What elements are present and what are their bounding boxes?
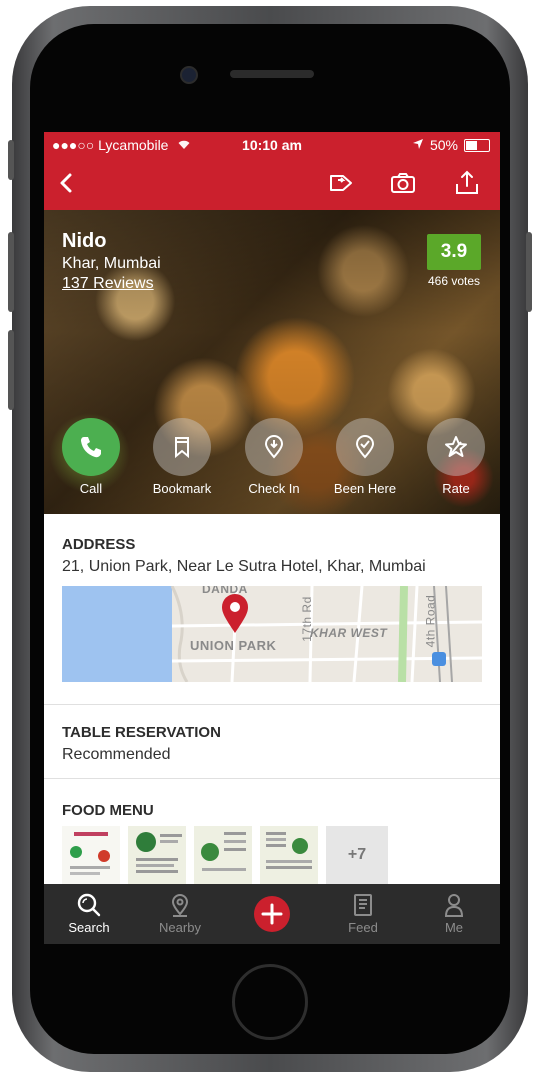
directions-icon[interactable] (326, 168, 356, 198)
camera-icon[interactable] (388, 168, 418, 198)
location-pin-icon (145, 890, 215, 920)
restaurant-location: Khar, Mumbai (62, 255, 161, 272)
train-station-icon (432, 652, 446, 666)
app-screen: ●●●○○ Lycamobile 10:10 am 50% Nido Khar,… (44, 132, 500, 944)
feed-icon (328, 890, 398, 920)
been-here-icon (336, 418, 394, 476)
back-icon[interactable] (52, 168, 82, 198)
map-label-khar-west: KHAR WEST (310, 626, 388, 640)
tab-nearby[interactable]: Nearby (145, 890, 215, 935)
nav-bar (44, 158, 500, 210)
add-button[interactable] (254, 896, 290, 932)
battery-icon (464, 138, 490, 152)
address-title: ADDRESS (62, 536, 136, 553)
divider (44, 778, 500, 779)
rate-label: Rate (442, 481, 470, 496)
volume-down-button (8, 330, 14, 410)
bookmark-button[interactable]: Bookmark (142, 418, 222, 496)
status-bar: ●●●○○ Lycamobile 10:10 am 50% (44, 132, 500, 158)
phone-icon (62, 418, 120, 476)
map-label-4th-road: 4th Road (423, 594, 438, 648)
user-icon (419, 890, 489, 920)
been-here-button[interactable]: Been Here (325, 418, 405, 496)
home-button[interactable] (232, 964, 308, 1040)
search-icon (54, 890, 124, 920)
status-right: 50% (412, 137, 490, 153)
tab-search-label: Search (68, 920, 110, 935)
volume-up-button (8, 232, 14, 312)
map-label-union-park: UNION PARK (190, 638, 277, 653)
star-icon (427, 418, 485, 476)
rate-button[interactable]: Rate (416, 418, 496, 496)
address-text: 21, Union Park, Near Le Sutra Hotel, Kha… (62, 558, 426, 575)
call-button[interactable]: Call (51, 418, 131, 496)
power-button (526, 232, 532, 312)
share-icon[interactable] (452, 168, 482, 198)
rating-badge: 3.9 (427, 234, 481, 270)
reservation-title: TABLE RESERVATION (62, 724, 221, 741)
check-in-icon (245, 418, 303, 476)
front-camera (180, 66, 198, 84)
tab-feed[interactable]: Feed (328, 890, 398, 935)
battery-percent: 50% (429, 137, 458, 153)
menu-thumbnail[interactable] (62, 826, 120, 884)
more-menu-button[interactable]: +7 (326, 826, 388, 884)
map-pin-icon (220, 594, 250, 639)
location-arrow-icon (412, 137, 424, 153)
reviews-link[interactable]: 137 Reviews (62, 275, 154, 293)
tab-me[interactable]: Me (419, 890, 489, 935)
mute-switch (8, 140, 14, 180)
restaurant-name: Nido (62, 230, 107, 252)
tab-nearby-label: Nearby (159, 920, 201, 935)
tab-feed-label: Feed (348, 920, 378, 935)
menu-thumbnail[interactable] (128, 826, 186, 884)
call-label: Call (79, 481, 103, 496)
check-in-label: Check In (248, 481, 300, 496)
menu-thumbnails: +7 (62, 826, 388, 884)
restaurant-hero: Nido Khar, Mumbai 137 Reviews 3.9 466 vo… (44, 210, 500, 514)
tab-me-label: Me (444, 920, 464, 935)
reservation-value: Recommended (62, 746, 171, 763)
votes-count: 466 votes (427, 274, 481, 288)
menu-thumbnail[interactable] (260, 826, 318, 884)
tab-search[interactable]: Search (54, 890, 124, 935)
plus-icon (261, 903, 283, 925)
divider (44, 704, 500, 705)
menu-thumbnail[interactable] (194, 826, 252, 884)
food-menu-title: FOOD MENU (62, 802, 154, 819)
address-map[interactable]: DANDA UNION PARK 17th Rd KHAR WEST 4th R… (62, 586, 482, 682)
bookmark-label: Bookmark (152, 481, 212, 496)
map-streets (170, 586, 482, 682)
check-in-button[interactable]: Check In (234, 418, 314, 496)
tab-bar: Search Nearby Feed Me (44, 884, 500, 944)
earpiece-speaker (230, 70, 314, 78)
bookmark-icon (153, 418, 211, 476)
been-here-label: Been Here (333, 481, 397, 496)
